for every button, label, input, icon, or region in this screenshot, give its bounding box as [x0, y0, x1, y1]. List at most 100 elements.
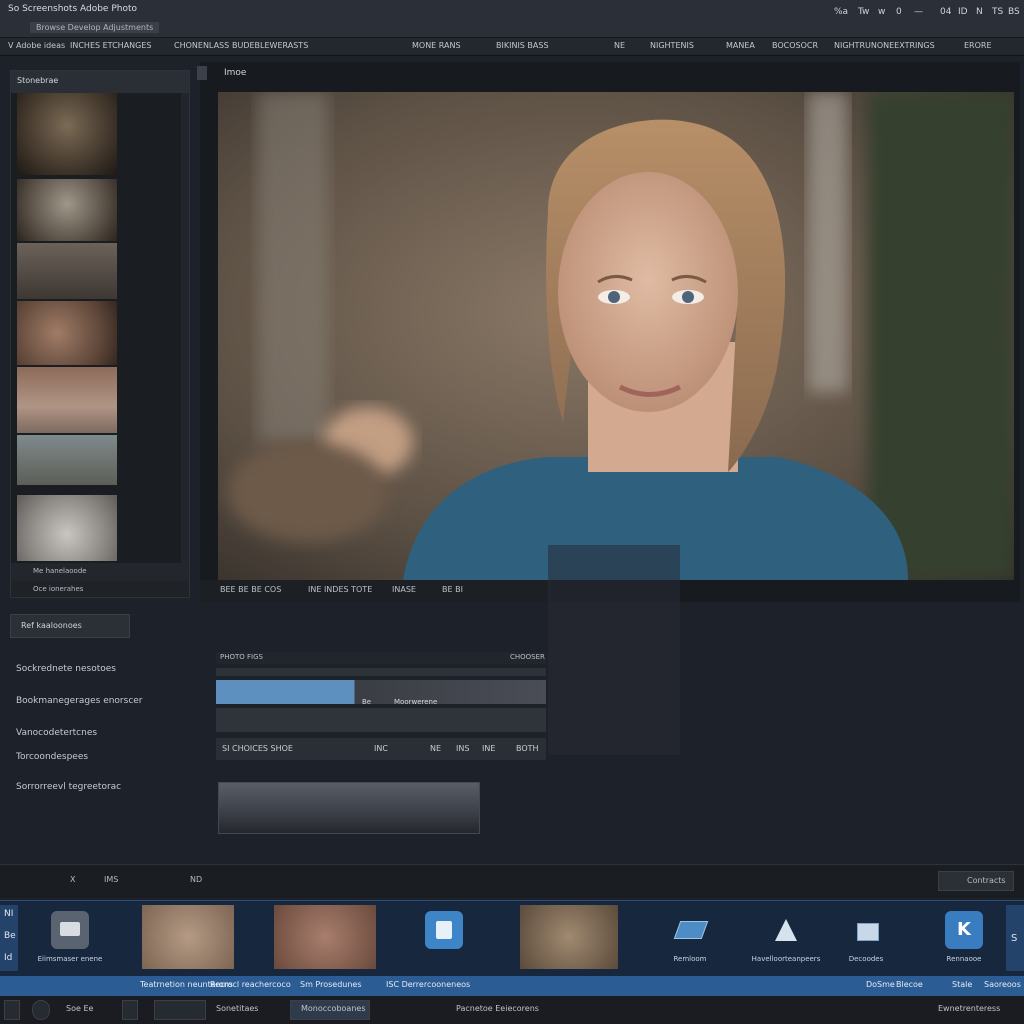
list-item[interactable]: Bookmanegerages enorscer: [16, 696, 143, 706]
track-label: Moorwerene: [394, 698, 438, 706]
window-title: Sᴏ Screenshots Adobe Photo: [8, 4, 138, 14]
toolbar-item[interactable]: ND: [190, 875, 202, 884]
list-item[interactable]: Vanocodetertcnes: [16, 728, 97, 738]
contracts-button[interactable]: Contracts: [938, 871, 1014, 891]
status-text: INE INDES TOTE: [308, 585, 373, 594]
menu-item[interactable]: INCHES ETCHANGES: [70, 41, 151, 50]
panel-scrollbar[interactable]: [181, 93, 189, 593]
thumbnail[interactable]: [17, 301, 117, 365]
taskbar-item[interactable]: Pacnetoe Eeiecorens: [456, 1004, 539, 1013]
taskbar-button[interactable]: [154, 1000, 206, 1020]
status-item[interactable]: ISC Derrercooneneos: [386, 980, 470, 989]
dock-item-folder[interactable]: [404, 905, 484, 973]
toolbar-icon[interactable]: INE: [482, 744, 495, 753]
timeline-header-label: PHOTO FIGS: [220, 653, 263, 661]
menu-item[interactable]: ERORE: [964, 41, 992, 50]
timeline-track[interactable]: Be Moorwerene: [216, 680, 546, 706]
dock-edge: NI Be Id: [0, 905, 18, 971]
title-control[interactable]: TS: [992, 7, 1003, 17]
folder-icon: [425, 911, 463, 949]
thumbnail[interactable]: [17, 179, 117, 241]
thumbnail[interactable]: [17, 93, 117, 175]
close-button[interactable]: BS: [1008, 7, 1020, 17]
dock-item-person[interactable]: Havelloorteanpeers: [746, 905, 826, 973]
menu-item[interactable]: BIKINIS BASS: [496, 41, 549, 50]
thumbnail[interactable]: [17, 435, 117, 485]
title-control[interactable]: 0: [896, 7, 902, 17]
viewer-status-bar: BEE BE BE COS INE INDES TOTE INASE BE BI: [200, 580, 550, 602]
status-item[interactable]: Saoreoos: [984, 980, 1021, 989]
status-item[interactable]: Sm Prosedunes: [300, 980, 362, 989]
minimize-button[interactable]: —: [914, 7, 923, 17]
menu-item[interactable]: NIGHTENIS: [650, 41, 694, 50]
edge-label: Be: [4, 931, 16, 941]
camera-icon[interactable]: [122, 1000, 138, 1020]
status-item[interactable]: Recrocl reachercoco: [210, 980, 291, 989]
toolbar-icon[interactable]: INS: [456, 744, 469, 753]
title-control[interactable]: w: [878, 7, 885, 17]
list-item[interactable]: Sockrednete nesotoes: [16, 664, 116, 674]
dock-item-k[interactable]: K Rennaooe: [924, 905, 1004, 973]
status-text: BE BI: [442, 585, 463, 594]
edge-label: S: [1011, 933, 1018, 944]
status-item[interactable]: DoSme: [866, 980, 895, 989]
taskbar-active-app[interactable]: Monoccoboanes: [290, 1000, 370, 1020]
dock-thumbnail[interactable]: [520, 905, 618, 969]
toolbar-label: SI CHOICES SHOE: [222, 744, 293, 753]
footer-text: Oce ionerahes: [33, 585, 84, 593]
dock-item-remloom[interactable]: Remloom: [650, 905, 730, 973]
dock-item-monitor[interactable]: Eiimsmaser enene: [30, 905, 110, 973]
taskbar-item[interactable]: Sonetitaes: [216, 1004, 258, 1013]
menu-item[interactable]: MANEA: [726, 41, 755, 50]
title-control[interactable]: 04: [940, 7, 951, 17]
timeline-header: PHOTO FIGS CHOOSER: [216, 652, 546, 664]
dock-thumbnail[interactable]: [142, 905, 234, 969]
toolbar-item[interactable]: X: [70, 875, 75, 884]
title-bar: Sᴏ Screenshots Adobe Photo Browse Develo…: [0, 0, 1024, 38]
app-dock: NI Be Id Eiimsmaser enene Remloom Havell…: [0, 900, 1024, 976]
footer-text: Me hanelaoode: [33, 567, 87, 575]
toolbar-icon[interactable]: BOTH: [516, 744, 539, 753]
menu-item[interactable]: MONE RANS: [412, 41, 461, 50]
taskbar-item[interactable]: Soe Ee: [66, 1004, 93, 1013]
toolbar-icon[interactable]: INC: [374, 744, 388, 753]
timeline: PHOTO FIGS CHOOSER Be Moorwerene SI CHOI…: [216, 648, 550, 768]
k-icon: K: [945, 911, 983, 949]
title-control[interactable]: ID: [958, 7, 968, 17]
thumbnail[interactable]: [17, 243, 117, 299]
title-control[interactable]: %a: [834, 7, 848, 17]
toolbar-item[interactable]: IMS: [104, 875, 118, 884]
bottom-toolbar: X IMS ND Contracts: [0, 864, 1024, 898]
toolbar-icon[interactable]: NE: [430, 744, 441, 753]
menu-item[interactable]: NE: [614, 41, 625, 50]
dock-item-label: Remloom: [673, 955, 707, 963]
menu-item[interactable]: BOCOSOCR: [772, 41, 818, 50]
taskbar-item[interactable]: Ewnetrenteress: [938, 1004, 1000, 1013]
waveform-preview[interactable]: [218, 782, 480, 834]
title-control[interactable]: Tw: [858, 7, 869, 17]
portrait-image: [218, 92, 1014, 580]
menu-item[interactable]: V Adobe ideas: [8, 41, 65, 50]
menu-item[interactable]: BUDEBLEWERASTS: [232, 41, 308, 50]
title-control[interactable]: N: [976, 7, 983, 17]
thumbnail[interactable]: [17, 367, 117, 433]
main-photo[interactable]: [218, 92, 1014, 580]
view-switcher[interactable]: Browse Develop Adjustments: [30, 22, 160, 33]
dock-item-label: Rennaooe: [946, 955, 982, 963]
menu-item[interactable]: CHONENLASS: [174, 41, 229, 50]
status-item[interactable]: Stale: [952, 980, 972, 989]
status-item[interactable]: Blecoe: [896, 980, 923, 989]
timeline-track[interactable]: [216, 708, 546, 732]
thumbnail[interactable]: [17, 495, 117, 561]
dock-item-decoodes[interactable]: Decoodes: [826, 905, 906, 973]
menu-item[interactable]: NIGHTRUNONEEXTRINGS: [834, 41, 935, 50]
status-text: BEE BE BE COS: [220, 585, 282, 594]
search-icon[interactable]: [32, 1000, 50, 1020]
viewer-side-handle[interactable]: [197, 66, 207, 80]
panel-tab[interactable]: Ref kaaloonoes: [10, 614, 130, 638]
start-button[interactable]: [4, 1000, 20, 1020]
viewer-label: Imoe: [224, 68, 247, 78]
list-item[interactable]: Torcoondespees: [16, 752, 88, 762]
dock-thumbnail[interactable]: [274, 905, 376, 969]
list-item[interactable]: Sorrorreevl tegreetorac: [16, 782, 121, 792]
